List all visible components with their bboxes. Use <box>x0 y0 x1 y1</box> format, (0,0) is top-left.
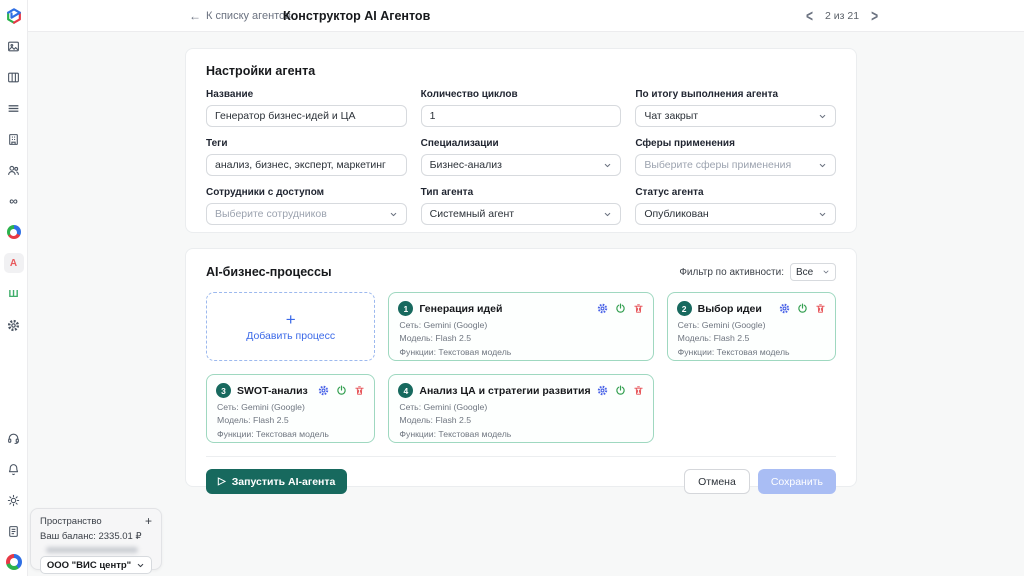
activity-filter-label: Фильтр по активности: <box>679 267 784 278</box>
chevron-down-icon <box>822 268 830 276</box>
masked-email <box>46 547 138 553</box>
users-icon[interactable] <box>4 160 24 180</box>
field-employees: Сотрудники с доступом Выберите сотрудник… <box>206 187 407 225</box>
process-card-1[interactable]: 1 Генерация идей Сеть: Gemini (Google) М… <box>388 292 653 361</box>
cancel-button[interactable]: Отмена <box>684 469 750 494</box>
chevron-down-icon <box>603 210 612 219</box>
infinity-icon[interactable]: ∞ <box>4 191 24 211</box>
top-header: ← К списку агентов Конструктор AI Агенто… <box>28 0 1024 32</box>
process-card-2[interactable]: 2 Выбор идеи Сеть: Gemini (Google) Модел… <box>667 292 836 361</box>
power-icon[interactable] <box>615 303 626 314</box>
company-logo[interactable] <box>4 552 24 572</box>
pie-chart-icon[interactable] <box>4 222 24 242</box>
field-agent-type: Тип агента Системный агент <box>421 187 622 225</box>
agent-status-select[interactable]: Опубликован <box>635 203 836 225</box>
list-icon[interactable] <box>4 98 24 118</box>
field-cycles: Количество циклов 1 <box>421 89 622 127</box>
trash-icon[interactable] <box>633 385 644 396</box>
prev-page-icon[interactable]: < <box>806 6 813 26</box>
agents-icon[interactable]: A <box>4 253 24 273</box>
pagination-label: 2 из 21 <box>825 10 859 22</box>
settings-title: Настройки агента <box>206 64 836 78</box>
main-content: Настройки агента Название Генератор бизн… <box>28 32 1024 576</box>
workspace-title: Пространство <box>40 516 102 527</box>
chevron-down-icon <box>818 210 827 219</box>
settings-form: Название Генератор бизнес-идей и ЦА Коли… <box>206 89 836 225</box>
agent-type-select[interactable]: Системный агент <box>421 203 622 225</box>
processes-title: AI-бизнес-процессы <box>206 265 332 279</box>
power-icon[interactable] <box>615 385 626 396</box>
process-number-badge: 2 <box>677 301 692 316</box>
chevron-down-icon <box>818 161 827 170</box>
add-workspace-icon[interactable]: + <box>145 515 152 527</box>
power-icon[interactable] <box>336 385 347 396</box>
agent-result-select[interactable]: Чат закрыт <box>635 105 836 127</box>
organization-select[interactable]: ООО "ВИС центр" <box>40 556 152 574</box>
field-agent-result: По итогу выполнения агента Чат закрыт <box>635 89 836 127</box>
sh-icon[interactable]: Ш <box>4 284 24 304</box>
run-agent-button[interactable]: ▷ Запустить AI-агента <box>206 469 347 494</box>
divider <box>206 456 836 457</box>
pagination: < 2 из 21 > <box>806 0 878 32</box>
settings-gear-icon[interactable] <box>4 315 24 335</box>
sidebar: ∞ A Ш <box>0 0 28 576</box>
field-agent-status: Статус агента Опубликован <box>635 187 836 225</box>
power-icon[interactable] <box>797 303 808 314</box>
process-number-badge: 3 <box>216 383 231 398</box>
specialization-select[interactable]: Бизнес-анализ <box>421 154 622 176</box>
name-input[interactable]: Генератор бизнес-идей и ЦА <box>206 105 407 127</box>
building-icon[interactable] <box>4 129 24 149</box>
tags-input[interactable]: анализ, бизнес, эксперт, маркетинг <box>206 154 407 176</box>
chevron-down-icon <box>136 561 145 570</box>
field-name: Название Генератор бизнес-идей и ЦА <box>206 89 407 127</box>
app-logo[interactable] <box>4 6 24 26</box>
process-card-4[interactable]: 4 Анализ ЦА и стратегии развития Сеть: G… <box>388 374 653 443</box>
employees-select[interactable]: Выберите сотрудников <box>206 203 407 225</box>
chevron-down-icon <box>818 112 827 121</box>
cycles-input[interactable]: 1 <box>421 105 622 127</box>
gear-icon[interactable] <box>779 303 790 314</box>
trash-icon[interactable] <box>354 385 365 396</box>
document-icon[interactable] <box>4 521 24 541</box>
image-icon[interactable] <box>4 36 24 56</box>
process-number-badge: 4 <box>398 383 413 398</box>
page-title: Конструктор AI Агентов <box>283 0 430 32</box>
field-tags: Теги анализ, бизнес, эксперт, маркетинг <box>206 138 407 176</box>
spheres-select[interactable]: Выберите сферы применения <box>635 154 836 176</box>
chevron-down-icon <box>389 210 398 219</box>
chevron-down-icon <box>603 161 612 170</box>
headset-icon[interactable] <box>4 428 24 448</box>
field-specialization: Специализации Бизнес-анализ <box>421 138 622 176</box>
gear-icon[interactable] <box>597 303 608 314</box>
back-arrow-icon: ← <box>189 9 201 23</box>
processes-card: AI-бизнес-процессы Фильтр по активности:… <box>185 248 857 487</box>
process-card-3[interactable]: 3 SWOT-анализ Сеть: Gemini (Google) Моде… <box>206 374 375 443</box>
bell-icon[interactable] <box>4 459 24 479</box>
workspace-panel: Пространство + Ваш баланс: 2335.01 ₽ ООО… <box>30 508 162 570</box>
save-button[interactable]: Сохранить <box>758 469 836 494</box>
play-icon: ▷ <box>218 476 226 487</box>
back-to-agents-link[interactable]: ← К списку агентов <box>189 0 291 32</box>
field-spheres: Сферы применения Выберите сферы применен… <box>635 138 836 176</box>
board-icon[interactable] <box>4 67 24 87</box>
gear-icon[interactable] <box>318 385 329 396</box>
gear-icon[interactable] <box>597 385 608 396</box>
trash-icon[interactable] <box>815 303 826 314</box>
process-grid: + Добавить процесс 1 Генерация идей Сеть… <box>206 292 836 443</box>
process-number-badge: 1 <box>398 301 413 316</box>
theme-sun-icon[interactable] <box>4 490 24 510</box>
next-page-icon[interactable]: > <box>871 6 878 26</box>
add-process-button[interactable]: + Добавить процесс <box>206 292 375 361</box>
plus-icon: + <box>286 311 296 328</box>
agent-settings-card: Настройки агента Название Генератор бизн… <box>185 48 857 233</box>
balance-label: Ваш баланс: 2335.01 ₽ <box>40 531 152 542</box>
trash-icon[interactable] <box>633 303 644 314</box>
back-link-label: К списку агентов <box>206 10 291 22</box>
activity-filter-select[interactable]: Все <box>790 263 836 281</box>
